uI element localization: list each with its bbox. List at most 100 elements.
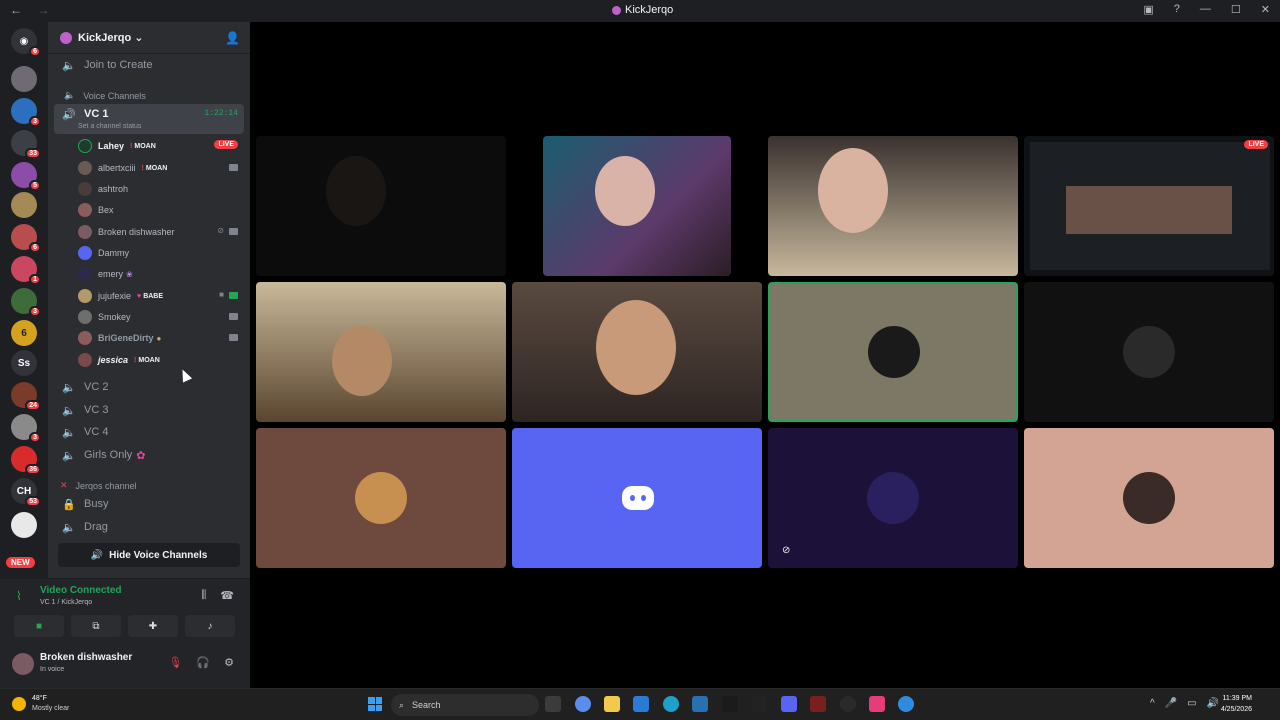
voice-member[interactable]: Bex: [78, 201, 244, 219]
video-tile[interactable]: [256, 428, 506, 568]
app-icon[interactable]: [898, 696, 914, 712]
video-tile[interactable]: [1024, 428, 1274, 568]
headphones-icon[interactable]: 🎧: [196, 656, 210, 669]
settings-gear-icon[interactable]: ⚙: [224, 656, 234, 669]
channel-vc1[interactable]: 🔊 VC 1 1:22:14 Set a channel status: [54, 104, 244, 134]
screen-share-tile[interactable]: LIVE: [1024, 136, 1274, 276]
chevron-up-icon[interactable]: ^: [1150, 698, 1155, 709]
video-tile-speaking[interactable]: [768, 282, 1018, 422]
soundboard-button[interactable]: ♪: [185, 615, 235, 637]
username[interactable]: Broken dishwasher: [40, 652, 132, 663]
store-icon[interactable]: [633, 696, 649, 712]
video-tile[interactable]: [768, 136, 1018, 276]
task-view-icon[interactable]: [545, 696, 561, 712]
edge-icon[interactable]: [663, 696, 679, 712]
voice-location[interactable]: VC 1 / KickJerqo: [40, 599, 92, 606]
discord-taskbar-icon[interactable]: [781, 696, 797, 712]
activities-button[interactable]: ✚: [128, 615, 178, 637]
app-icon[interactable]: [751, 696, 767, 712]
voice-status[interactable]: Video Connected: [40, 585, 122, 596]
clock[interactable]: 11:39 PM 4/25/2026: [1221, 693, 1252, 715]
weather-widget[interactable]: 48°F Mostly clear: [12, 694, 69, 714]
server-icon[interactable]: [11, 66, 37, 92]
channel-busy[interactable]: 🔒 Busy: [54, 494, 244, 514]
speaker-icon: 🔈: [62, 381, 76, 394]
server-icon[interactable]: [11, 192, 37, 218]
mic-muted-icon[interactable]: 🎙: [168, 656, 182, 669]
start-button-icon[interactable]: [368, 697, 382, 711]
server-icon[interactable]: 24: [11, 382, 41, 411]
server-icon[interactable]: 3: [11, 288, 41, 317]
back-arrow-icon[interactable]: ←: [10, 3, 22, 17]
voice-member[interactable]: Broken dishwasher ⊘: [78, 223, 244, 241]
voice-member[interactable]: albertxciii ! MOAN: [78, 159, 244, 177]
channel-vc3[interactable]: 🔈 VC 3: [54, 400, 244, 420]
voice-member[interactable]: jessica ! MOAN: [78, 351, 244, 369]
server-icon[interactable]: 6: [11, 320, 37, 346]
display-icon[interactable]: ▭: [1187, 698, 1196, 709]
voice-member[interactable]: Dammy: [78, 244, 244, 262]
minimize-icon[interactable]: —: [1200, 3, 1211, 16]
server-icon-ss[interactable]: Ss: [11, 350, 37, 376]
voice-member[interactable]: ashtroh: [78, 180, 244, 198]
avatar[interactable]: [12, 653, 34, 675]
guild-header[interactable]: KickJerqo ⌄ 👤: [48, 22, 250, 54]
channel-vc4[interactable]: 🔈 VC 4: [54, 422, 244, 442]
channel-join-to-create[interactable]: 🔈 Join to Create: [54, 55, 244, 75]
taskbar-search[interactable]: ⌕ Search: [391, 694, 539, 716]
volume-icon[interactable]: 🔊: [1207, 698, 1219, 709]
app-icon[interactable]: [869, 696, 885, 712]
invite-people-icon[interactable]: 👤: [225, 31, 240, 45]
copilot-icon[interactable]: [575, 696, 591, 712]
file-explorer-icon[interactable]: [604, 696, 620, 712]
video-feed: [595, 156, 655, 226]
noise-suppression-icon[interactable]: ⫼: [201, 589, 206, 602]
server-icon[interactable]: 5: [11, 162, 41, 191]
camera-button[interactable]: ■: [14, 615, 64, 637]
server-icon[interactable]: [11, 512, 37, 538]
server-icon[interactable]: 3: [11, 414, 41, 443]
video-tile[interactable]: ⊘: [543, 136, 731, 276]
discord-home-icon[interactable]: ◉ 6: [11, 28, 41, 57]
server-icon[interactable]: 1: [11, 256, 41, 285]
screen-share-button[interactable]: ⧉: [71, 615, 121, 637]
voice-member[interactable]: Smokey: [78, 308, 244, 326]
inbox-icon[interactable]: ▣: [1143, 3, 1153, 16]
voice-member[interactable]: jujufexie ♥ BABE ■: [78, 287, 244, 305]
help-icon[interactable]: ?: [1174, 3, 1180, 16]
video-tile[interactable]: [512, 428, 762, 568]
category-voice-channels[interactable]: 🔈 Voice Channels: [64, 90, 146, 101]
voice-member[interactable]: emery ❀: [78, 265, 244, 283]
video-tile[interactable]: [256, 282, 506, 422]
app-icon[interactable]: [692, 696, 708, 712]
channel-status[interactable]: Set a channel status: [78, 123, 141, 130]
category-jerqos-channel[interactable]: ✕ Jerqos channel: [60, 480, 137, 491]
microphone-icon[interactable]: 🎤: [1165, 698, 1177, 709]
video-tile[interactable]: [512, 282, 762, 422]
app-icon[interactable]: [810, 696, 826, 712]
server-icon[interactable]: 36: [11, 446, 41, 475]
forward-arrow-icon[interactable]: →: [37, 3, 49, 17]
channel-girls-only[interactable]: 🔈 Girls Only ✿: [54, 445, 244, 465]
video-feed: [326, 156, 386, 226]
disconnect-icon[interactable]: ☎: [220, 589, 234, 602]
server-icon[interactable]: 33: [11, 130, 41, 159]
notification-badge: 33: [25, 148, 41, 159]
close-icon[interactable]: ✕: [1261, 3, 1270, 16]
server-icon-ch[interactable]: CH 53: [11, 478, 41, 507]
channel-drag[interactable]: 🔈 Drag: [54, 517, 244, 537]
video-tile[interactable]: ⊘: [768, 428, 1018, 568]
channel-vc2[interactable]: 🔈 VC 2: [54, 377, 244, 397]
voice-member[interactable]: BriGeneDirty ●: [78, 329, 244, 347]
video-tile[interactable]: [1024, 282, 1274, 422]
video-tile[interactable]: [256, 136, 506, 276]
maximize-icon[interactable]: ☐: [1231, 3, 1241, 16]
voice-member[interactable]: Lahey ! MOAN LIVE: [78, 137, 244, 155]
server-icon[interactable]: 6: [11, 224, 41, 253]
app-icon[interactable]: [840, 696, 856, 712]
signal-icon[interactable]: ⌇: [16, 589, 22, 603]
alienware-icon[interactable]: [722, 696, 738, 712]
server-icon[interactable]: 3: [11, 98, 41, 127]
user-avatar: [867, 472, 919, 524]
hide-voice-channels-button[interactable]: 🔊 Hide Voice Channels: [58, 543, 240, 567]
